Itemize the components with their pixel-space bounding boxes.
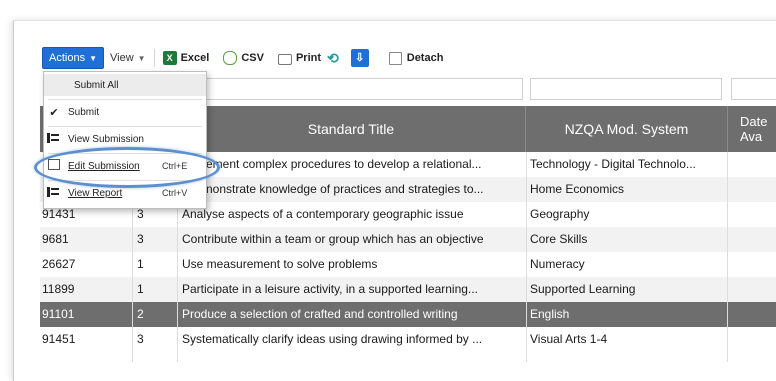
detach-icon <box>388 51 402 65</box>
cell-id: 11899 <box>42 282 75 296</box>
view-label: View <box>110 52 134 64</box>
cell-level: 1 <box>137 257 144 271</box>
cell-system: English <box>530 307 570 321</box>
cell-id: 91101 <box>42 307 75 321</box>
excel-button[interactable]: X Excel <box>162 47 210 69</box>
cell-system: Supported Learning <box>530 282 636 296</box>
toolbar-divider <box>153 49 155 67</box>
column-header-date[interactable]: Date Ava <box>728 106 776 152</box>
cell-id: 9681 <box>42 232 69 246</box>
cell-title: Participate in a leisure activity, in a … <box>182 282 478 296</box>
cell-system: Home Economics <box>530 182 625 196</box>
view-button[interactable]: View ▼ <box>110 47 146 69</box>
report-icon <box>47 186 61 197</box>
cell-system: Visual Arts 1-4 <box>530 332 608 346</box>
actions-label: Actions <box>49 52 86 64</box>
table-row[interactable]: 91451 3 Systematically clarify ideas usi… <box>40 327 776 352</box>
detach-label: Detach <box>406 52 444 64</box>
table-row[interactable]: 11899 1 Participate in a leisure activit… <box>40 277 776 302</box>
cell-level: 3 <box>137 232 144 246</box>
refresh-button[interactable]: ⟲ <box>321 47 345 69</box>
column-divider <box>526 152 527 362</box>
menu-item-label: View Submission <box>68 133 144 145</box>
menu-item-submit[interactable]: ✔ Submit <box>44 101 206 123</box>
print-label: Print <box>295 52 322 64</box>
cell-title: Use measurement to solve problems <box>182 257 378 271</box>
csv-label: CSV <box>241 52 264 64</box>
column-header-standard-title[interactable]: Standard Title <box>177 106 526 152</box>
csv-icon <box>223 51 238 65</box>
highlight-ellipse <box>34 147 220 188</box>
column-divider <box>727 152 728 362</box>
actions-dropdown-menu: Submit All ✔ Submit View Submission Edit… <box>43 71 207 209</box>
cell-title: Systematically clarify ideas using drawi… <box>182 332 483 346</box>
cell-level: 2 <box>137 307 144 321</box>
column-header-nzqa-system[interactable]: NZQA Mod. System <box>526 106 728 152</box>
table-row-selected[interactable]: 91101 2 Produce a selection of crafted a… <box>40 302 776 327</box>
cell-title: nonstrate knowledge of practices and str… <box>206 182 484 196</box>
csv-button[interactable]: CSV <box>223 47 264 69</box>
excel-icon: X <box>162 51 177 65</box>
filter-system-input[interactable] <box>530 78 722 100</box>
menu-item-submit-all[interactable]: Submit All <box>44 74 206 96</box>
toolbar: Actions ▼ View ▼ X Excel CSV Print ⟲ ⇩ D… <box>42 47 443 69</box>
filter-title-input[interactable] <box>205 78 523 100</box>
excel-label: Excel <box>180 52 210 64</box>
printer-icon <box>277 53 292 65</box>
filter-date-input[interactable] <box>731 78 776 100</box>
chevron-down-icon: ▼ <box>89 53 97 63</box>
cell-level: 3 <box>137 332 144 346</box>
list-icon <box>47 132 61 143</box>
menu-item-label: Submit All <box>74 79 119 91</box>
cell-id: 91451 <box>42 332 76 346</box>
cell-title: Analyse aspects of a contemporary geogra… <box>182 207 464 221</box>
cell-title: ement complex procedures to develop a re… <box>206 157 482 171</box>
menu-divider <box>48 99 202 100</box>
table-row[interactable]: 9681 3 Contribute within a team or group… <box>40 227 776 252</box>
cell-id: 26627 <box>42 257 76 271</box>
menu-item-shortcut: Ctrl+V <box>162 188 188 198</box>
cell-title: Contribute within a team or group which … <box>182 232 484 246</box>
refresh-icon: ⟲ <box>327 50 339 66</box>
detach-button[interactable]: Detach <box>388 47 444 69</box>
cell-system: Core Skills <box>530 232 588 246</box>
menu-item-label: View Report <box>68 187 123 199</box>
cell-title: Produce a selection of crafted and contr… <box>182 307 458 321</box>
checkmark-icon: ✔ <box>49 106 59 119</box>
cell-system: Numeracy <box>530 257 585 271</box>
filter-icon: ⇩ <box>350 49 369 67</box>
print-button[interactable]: Print <box>277 47 322 69</box>
menu-divider <box>48 126 202 127</box>
chevron-down-icon: ▼ <box>137 53 146 63</box>
cell-system: Geography <box>530 207 590 221</box>
table-row[interactable]: 26627 1 Use measurement to solve problem… <box>40 252 776 277</box>
filter-toggle-button[interactable]: ⇩ <box>345 47 375 69</box>
actions-button[interactable]: Actions ▼ <box>42 47 104 69</box>
cell-level: 1 <box>137 282 144 296</box>
menu-item-label: Submit <box>68 106 100 118</box>
cell-system: Technology - Digital Technolo... <box>530 157 696 171</box>
